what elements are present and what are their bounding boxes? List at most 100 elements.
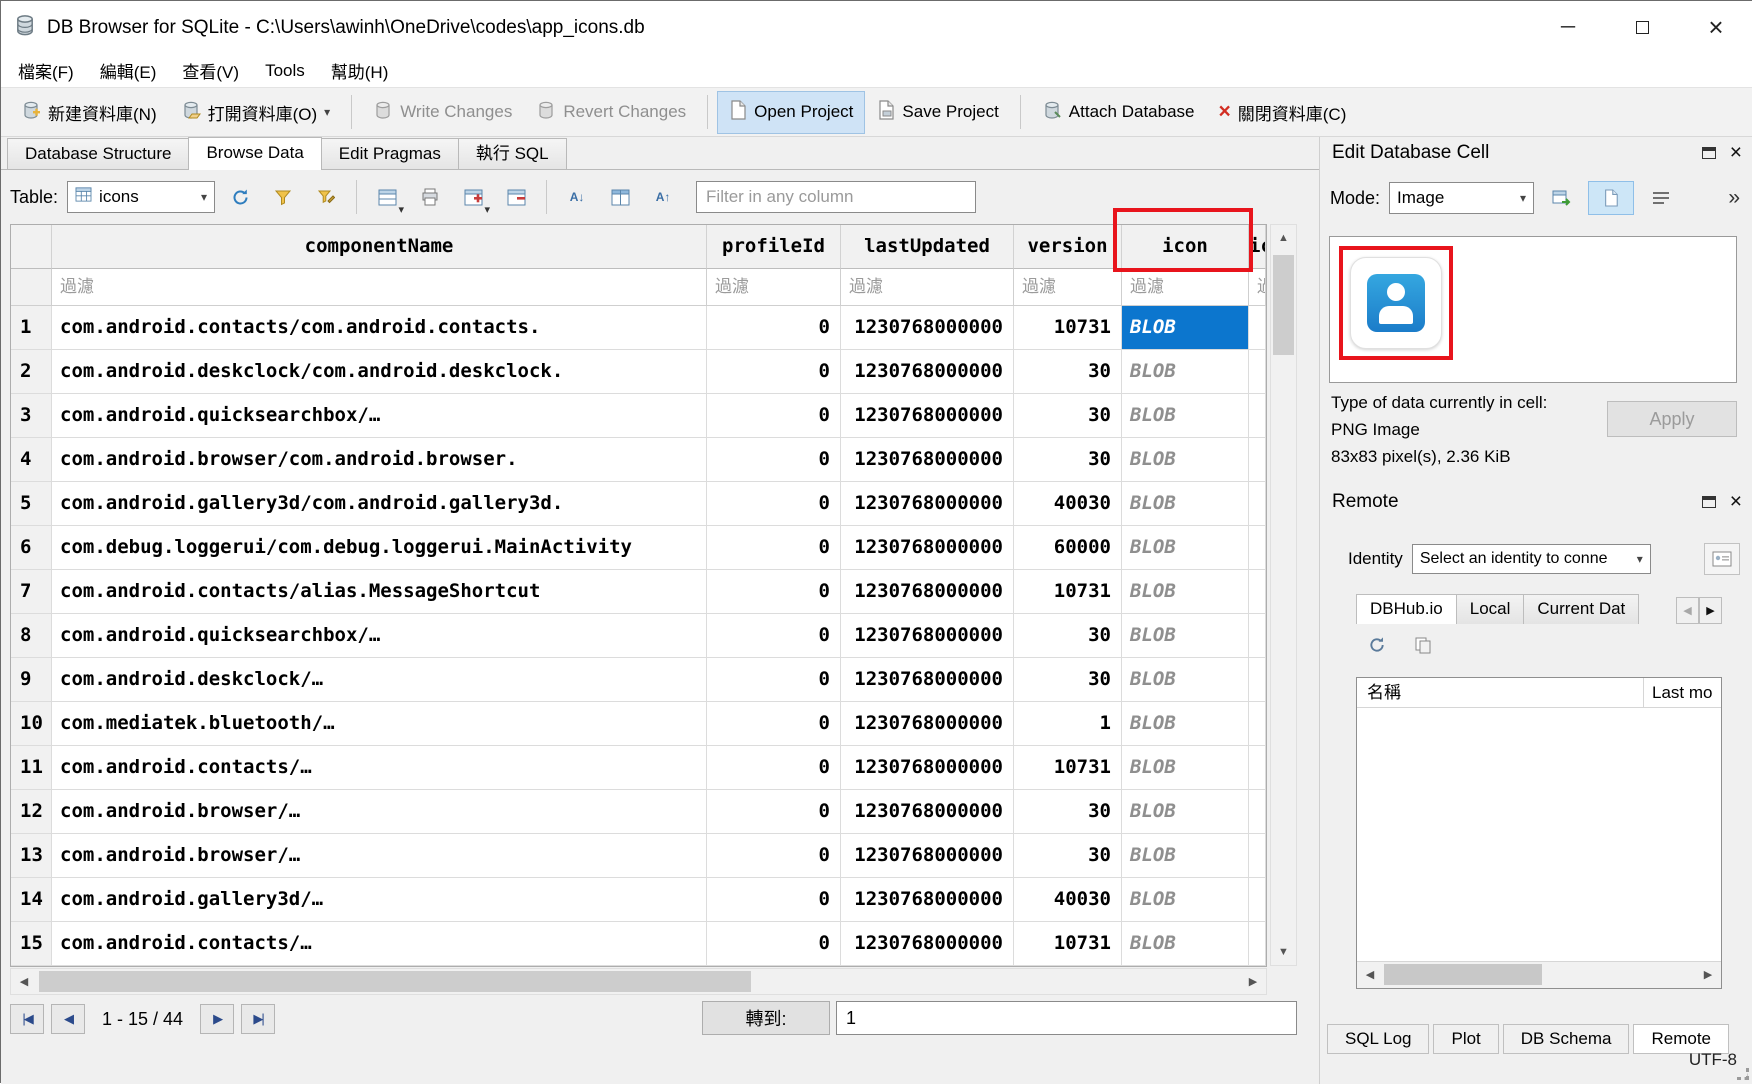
refresh-button[interactable] <box>222 180 258 214</box>
tab-database-structure[interactable]: Database Structure <box>7 138 189 169</box>
scroll-down-icon[interactable]: ▼ <box>1271 939 1296 965</box>
revert-changes-button[interactable]: Revert Changes <box>524 91 698 134</box>
column-header-componentName[interactable]: componentName <box>52 225 707 269</box>
cell-icon[interactable]: BLOB <box>1122 746 1249 790</box>
cell-version[interactable]: 10731 <box>1014 922 1122 966</box>
cell-profileId[interactable]: 0 <box>707 878 841 922</box>
resize-grip[interactable] <box>1737 1068 1749 1080</box>
tab-local[interactable]: Local <box>1456 594 1525 624</box>
import-export-button[interactable] <box>1543 181 1579 215</box>
more-tools-icon[interactable]: » <box>1728 186 1744 210</box>
cell-lastUpdated[interactable]: 1230768000000 <box>841 306 1014 350</box>
new-database-button[interactable]: 新建資料庫(N) <box>9 91 169 134</box>
cell-componentName[interactable]: com.android.browser/com.android.browser. <box>52 438 707 482</box>
cell-extra[interactable] <box>1249 658 1266 702</box>
cell-version[interactable]: 30 <box>1014 350 1122 394</box>
menu-help[interactable]: 幫助(H) <box>318 53 402 88</box>
column-header-icon[interactable]: icon <box>1122 225 1249 269</box>
save-table-button[interactable]: ▾ <box>369 180 405 214</box>
cell-version[interactable]: 60000 <box>1014 526 1122 570</box>
cell-version[interactable]: 30 <box>1014 658 1122 702</box>
cell-profileId[interactable]: 0 <box>707 306 841 350</box>
cell-componentName[interactable]: com.android.gallery3d/… <box>52 878 707 922</box>
scroll-left-icon[interactable]: ◀ <box>1357 962 1383 987</box>
cell-extra[interactable] <box>1249 438 1266 482</box>
tab-db-schema[interactable]: DB Schema <box>1503 1024 1630 1054</box>
cell-componentName[interactable]: com.android.gallery3d/com.android.galler… <box>52 482 707 526</box>
cell-icon[interactable]: BLOB <box>1122 526 1249 570</box>
cell-lastUpdated[interactable]: 1230768000000 <box>841 526 1014 570</box>
menu-edit[interactable]: 編輯(E) <box>87 53 170 88</box>
open-project-button[interactable]: Open Project <box>717 91 865 134</box>
row-number[interactable]: 7 <box>11 570 52 614</box>
identity-settings-button[interactable] <box>1704 543 1740 575</box>
cell-icon[interactable]: BLOB <box>1122 438 1249 482</box>
cell-version[interactable]: 30 <box>1014 438 1122 482</box>
row-number[interactable]: 3 <box>11 394 52 438</box>
row-number[interactable]: 6 <box>11 526 52 570</box>
filter-edit-button[interactable] <box>308 180 344 214</box>
minimize-button[interactable]: ─ <box>1531 1 1605 54</box>
cell-extra[interactable] <box>1249 614 1266 658</box>
cell-extra[interactable] <box>1249 834 1266 878</box>
menu-file[interactable]: 檔案(F) <box>5 53 87 88</box>
cell-extra[interactable] <box>1249 306 1266 350</box>
chevron-down-icon[interactable]: ▾ <box>324 105 330 119</box>
filter-input-profileId[interactable]: 過濾 <box>707 269 841 306</box>
cell-version[interactable]: 1 <box>1014 702 1122 746</box>
cell-lastUpdated[interactable]: 1230768000000 <box>841 350 1014 394</box>
cell-lastUpdated[interactable]: 1230768000000 <box>841 658 1014 702</box>
cell-extra[interactable] <box>1249 878 1266 922</box>
column-header-lastUpdated[interactable]: lastUpdated <box>841 225 1014 269</box>
insert-record-button[interactable]: ▾ <box>455 180 491 214</box>
sort-ascending-button[interactable]: A↓ <box>559 180 595 214</box>
cell-profileId[interactable]: 0 <box>707 790 841 834</box>
cell-profileId[interactable]: 0 <box>707 614 841 658</box>
table-select[interactable]: icons ▾ <box>67 181 215 213</box>
row-number[interactable]: 8 <box>11 614 52 658</box>
cell-icon[interactable]: BLOB <box>1122 614 1249 658</box>
cell-icon[interactable]: BLOB <box>1122 834 1249 878</box>
row-number[interactable]: 14 <box>11 878 52 922</box>
columns-button[interactable] <box>602 180 638 214</box>
cell-version[interactable]: 10731 <box>1014 306 1122 350</box>
cell-lastUpdated[interactable]: 1230768000000 <box>841 614 1014 658</box>
cell-version[interactable]: 30 <box>1014 790 1122 834</box>
filter-input-lastUpdated[interactable]: 過濾 <box>841 269 1014 306</box>
cell-extra[interactable] <box>1249 482 1266 526</box>
cell-profileId[interactable]: 0 <box>707 482 841 526</box>
cell-profileId[interactable]: 0 <box>707 570 841 614</box>
cell-version[interactable]: 30 <box>1014 614 1122 658</box>
cell-version[interactable]: 40030 <box>1014 878 1122 922</box>
cell-icon[interactable]: BLOB <box>1122 350 1249 394</box>
cell-icon[interactable]: BLOB <box>1122 922 1249 966</box>
write-changes-button[interactable]: Write Changes <box>361 91 524 134</box>
tab-sql-log[interactable]: SQL Log <box>1327 1024 1429 1054</box>
cell-icon[interactable]: BLOB <box>1122 570 1249 614</box>
column-header-profileId[interactable]: profileId <box>707 225 841 269</box>
maximize-button[interactable] <box>1605 1 1679 54</box>
vertical-scrollbar-thumb[interactable] <box>1273 255 1294 355</box>
cell-icon[interactable]: BLOB <box>1122 658 1249 702</box>
apply-button[interactable]: Apply <box>1607 401 1737 437</box>
cell-lastUpdated[interactable]: 1230768000000 <box>841 438 1014 482</box>
cell-componentName[interactable]: com.android.contacts/com.android.contact… <box>52 306 707 350</box>
row-number[interactable]: 12 <box>11 790 52 834</box>
cell-componentName[interactable]: com.android.deskclock/… <box>52 658 707 702</box>
cell-componentName[interactable]: com.android.browser/… <box>52 834 707 878</box>
column-header-extra[interactable]: ic <box>1249 225 1266 269</box>
cell-componentName[interactable]: com.android.contacts/… <box>52 746 707 790</box>
row-number[interactable]: 9 <box>11 658 52 702</box>
cell-componentName[interactable]: com.android.contacts/alias.MessageShortc… <box>52 570 707 614</box>
cell-profileId[interactable]: 0 <box>707 834 841 878</box>
cell-componentName[interactable]: com.android.quicksearchbox/… <box>52 614 707 658</box>
cell-componentName[interactable]: com.android.browser/… <box>52 790 707 834</box>
menu-view[interactable]: 查看(V) <box>169 53 252 88</box>
column-header-last-modified[interactable]: Last mo <box>1644 678 1721 707</box>
cell-profileId[interactable]: 0 <box>707 702 841 746</box>
cell-extra[interactable] <box>1249 790 1266 834</box>
cell-extra[interactable] <box>1249 922 1266 966</box>
column-header-version[interactable]: version <box>1014 225 1122 269</box>
filter-button[interactable] <box>265 180 301 214</box>
remote-clone-button[interactable] <box>1406 629 1440 661</box>
